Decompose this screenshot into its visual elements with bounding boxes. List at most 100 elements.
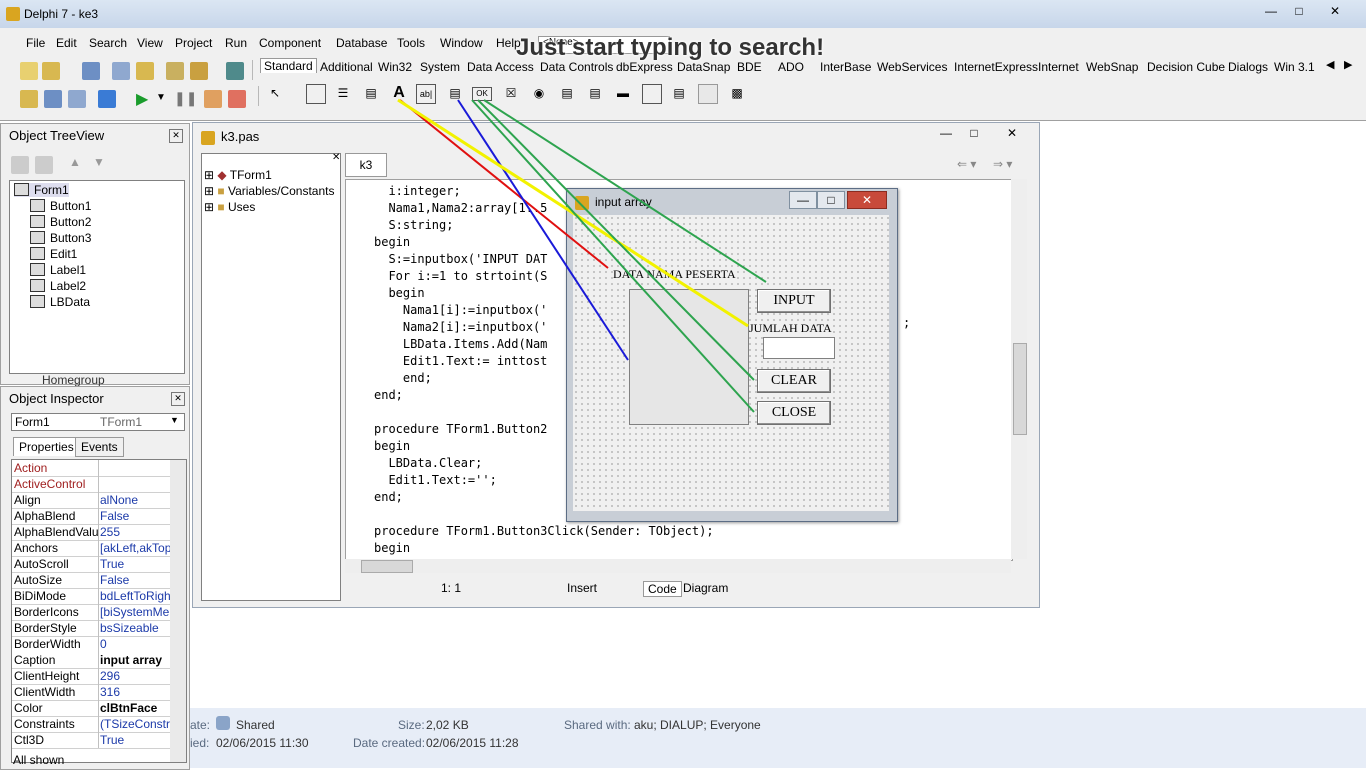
property-row[interactable]: AlphaBlendValu 255 bbox=[12, 524, 170, 541]
tree-item-label1[interactable]: Label1 bbox=[30, 263, 86, 277]
label-data-nama-peserta[interactable]: DATA NAMA PESERTA bbox=[613, 267, 736, 282]
code-line[interactable]: end; bbox=[374, 371, 432, 385]
tree-item-label2[interactable]: Label2 bbox=[30, 279, 86, 293]
panel-component-icon[interactable] bbox=[698, 84, 718, 104]
property-value[interactable]: clBtnFace bbox=[100, 701, 170, 715]
code-line[interactable]: S:string; bbox=[374, 218, 453, 232]
palette-tab-dialogs[interactable]: Dialogs bbox=[1228, 60, 1268, 74]
tree-item-button3[interactable]: Button3 bbox=[30, 231, 91, 245]
homegroup-item[interactable]: Homegroup bbox=[20, 373, 105, 387]
property-value[interactable]: False bbox=[100, 573, 170, 587]
maximize-button[interactable]: □ bbox=[1286, 3, 1312, 19]
minimize-button[interactable]: — bbox=[1258, 3, 1284, 19]
label-jumlah-data[interactable]: JUMLAH DATA bbox=[749, 321, 832, 336]
palette-tab-dbexpress[interactable]: dbExpress bbox=[616, 60, 673, 74]
property-row[interactable]: Ctl3D True bbox=[12, 732, 170, 749]
code-line[interactable]: procedure TForm1.Button2 bbox=[374, 422, 547, 436]
explorer-item-tform1[interactable]: ⊞ ◆ TForm1 bbox=[204, 168, 272, 182]
palette-tab-data-access[interactable]: Data Access bbox=[467, 60, 534, 74]
palette-tab-internet[interactable]: Internet bbox=[1038, 60, 1079, 74]
form-maximize-button[interactable]: □ bbox=[817, 191, 845, 209]
clear-button[interactable]: CLEAR bbox=[757, 369, 831, 393]
add-file-icon[interactable] bbox=[166, 62, 184, 80]
palette-tab-win31[interactable]: Win 3.1 bbox=[1274, 60, 1315, 74]
inspector-close-icon[interactable]: ✕ bbox=[171, 392, 185, 406]
radiogroup-component-icon[interactable]: ▤ bbox=[670, 84, 688, 102]
save-icon[interactable] bbox=[82, 62, 100, 80]
property-row[interactable]: BiDiMode bdLeftToRight bbox=[12, 588, 170, 605]
edit-component-icon[interactable]: ab| bbox=[416, 84, 436, 104]
tab-events[interactable]: Events bbox=[75, 437, 124, 457]
palette-tab-interbase[interactable]: InterBase bbox=[820, 60, 871, 74]
scrollbar-component-icon[interactable]: ▬ bbox=[614, 84, 632, 102]
popupmenu-icon[interactable]: ▤ bbox=[362, 84, 380, 102]
palette-tab-system[interactable]: System bbox=[420, 60, 460, 74]
help-book-icon[interactable] bbox=[226, 62, 244, 80]
code-line[interactable]: end; bbox=[374, 490, 403, 504]
property-row[interactable]: ActiveControl bbox=[12, 476, 170, 493]
pointer-icon[interactable]: ↖ bbox=[266, 84, 284, 102]
code-line[interactable]: Edit1.Text:= inttost bbox=[374, 354, 548, 368]
property-value[interactable]: (TSizeConstra bbox=[100, 717, 170, 731]
code-line[interactable]: LBData.Clear; bbox=[374, 456, 482, 470]
tab-diagram[interactable]: Diagram bbox=[683, 581, 728, 595]
property-row[interactable]: AutoScroll True bbox=[12, 556, 170, 573]
menu-project[interactable]: Project bbox=[175, 36, 212, 50]
memo-component-icon[interactable]: ▤ bbox=[446, 84, 464, 102]
property-row[interactable]: ClientWidth 316 bbox=[12, 684, 170, 701]
new-icon[interactable] bbox=[20, 62, 38, 80]
palette-tab-websnap[interactable]: WebSnap bbox=[1086, 60, 1138, 74]
property-row[interactable]: Constraints (TSizeConstra bbox=[12, 716, 170, 733]
code-line[interactable]: Edit1.Text:=''; bbox=[374, 473, 496, 487]
property-value[interactable]: bsSizeable bbox=[100, 621, 170, 635]
tree-item-edit1[interactable]: Edit1 bbox=[30, 247, 77, 261]
property-value[interactable]: 296 bbox=[100, 669, 170, 683]
property-value[interactable]: 255 bbox=[100, 525, 170, 539]
inspector-scrollbar[interactable] bbox=[170, 460, 186, 762]
tree-item-form1[interactable]: Form1 bbox=[14, 183, 69, 197]
code-line[interactable]: Nama1,Nama2:array[1..5 bbox=[374, 201, 547, 215]
property-value[interactable]: [biSystemMen bbox=[100, 605, 170, 619]
code-hscroll-thumb[interactable] bbox=[361, 560, 413, 573]
menu-database[interactable]: Database bbox=[336, 36, 387, 50]
mainmenu-icon[interactable]: ☰ bbox=[334, 84, 352, 102]
form-client-area[interactable]: DATA NAMA PESERTA INPUT JUMLAH DATA CLEA… bbox=[573, 215, 889, 511]
palette-tab-webservices[interactable]: WebServices bbox=[877, 60, 947, 74]
palette-scroll-right-icon[interactable]: ▶ bbox=[1344, 58, 1352, 71]
property-row[interactable]: Action bbox=[12, 460, 170, 477]
menu-view[interactable]: View bbox=[137, 36, 163, 50]
palette-tab-ado[interactable]: ADO bbox=[778, 60, 804, 74]
menu-edit[interactable]: Edit bbox=[56, 36, 77, 50]
code-vscroll-thumb[interactable] bbox=[1013, 343, 1027, 435]
property-value[interactable]: True bbox=[100, 557, 170, 571]
radiobutton-component-icon[interactable]: ◉ bbox=[530, 84, 548, 102]
menu-run[interactable]: Run bbox=[225, 36, 247, 50]
remove-file-icon[interactable] bbox=[190, 62, 208, 80]
property-value[interactable]: False bbox=[100, 509, 170, 523]
code-line[interactable]: end; bbox=[374, 388, 403, 402]
property-row[interactable]: Align alNone bbox=[12, 492, 170, 509]
lbdata-listbox[interactable] bbox=[629, 289, 749, 425]
property-row[interactable]: BorderIcons [biSystemMen bbox=[12, 604, 170, 621]
property-row[interactable]: BorderStyle bsSizeable bbox=[12, 620, 170, 637]
frame-icon[interactable] bbox=[306, 84, 326, 104]
checkbox-component-icon[interactable]: ☒ bbox=[502, 84, 520, 102]
tab-properties[interactable]: Properties bbox=[13, 437, 80, 456]
label-component-icon[interactable]: A bbox=[390, 84, 408, 102]
explorer-item-uses[interactable]: ⊞ ■ Uses bbox=[204, 200, 255, 214]
code-vscrollbar[interactable] bbox=[1011, 179, 1027, 559]
run-icon[interactable]: ▶ bbox=[136, 89, 148, 109]
property-row[interactable]: Color clBtnFace bbox=[12, 700, 170, 717]
listbox-component-icon[interactable]: ▤ bbox=[558, 84, 576, 102]
property-value[interactable]: 0 bbox=[100, 637, 170, 651]
pause-icon[interactable]: ❚❚ bbox=[174, 90, 197, 107]
code-line[interactable]: Nama2[i]:=inputbox(' bbox=[374, 320, 548, 334]
chevron-down-icon[interactable]: ▼ bbox=[170, 415, 179, 425]
new-form-icon[interactable] bbox=[98, 90, 116, 108]
code-hscrollbar[interactable] bbox=[345, 559, 1011, 573]
groupbox-component-icon[interactable] bbox=[642, 84, 662, 104]
property-row[interactable]: AlphaBlend False bbox=[12, 508, 170, 525]
explorer-close-icon[interactable]: ✕ bbox=[332, 152, 340, 163]
menu-search[interactable]: Search bbox=[89, 36, 127, 50]
code-line[interactable]: S:=inputbox('INPUT DAT bbox=[374, 252, 547, 266]
